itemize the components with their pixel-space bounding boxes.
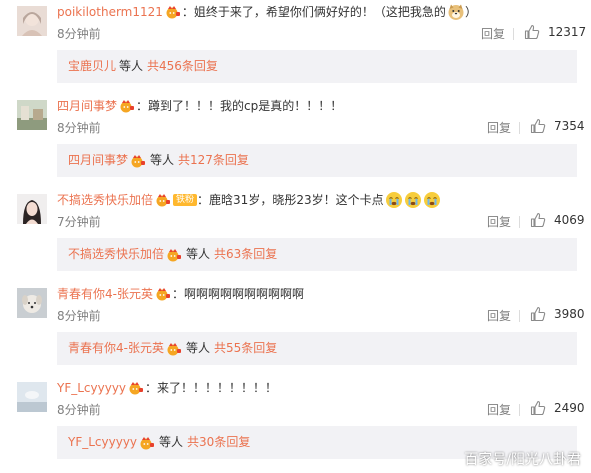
username-link[interactable]: 不搞选秀快乐加倍 <box>57 191 153 209</box>
username-link[interactable]: 青春有你4-张元英 <box>57 285 153 303</box>
reply-preview-name[interactable]: 宝鹿贝儿 <box>68 50 116 83</box>
crown-vip-icon <box>155 193 171 207</box>
like-button[interactable]: 2490 <box>530 400 585 416</box>
reply-preview-middle: 等人 <box>185 341 210 355</box>
comment-separator: ： <box>136 99 149 113</box>
comment-text: 来了！！！！！！！！ <box>157 381 278 395</box>
divider <box>519 310 520 322</box>
crown-vip-icon <box>165 5 181 19</box>
crown-vip-icon <box>130 154 146 168</box>
crying-emoji-icon <box>385 191 403 209</box>
comment-time: 8分钟前 <box>57 121 101 135</box>
crying-emoji-icon <box>404 191 422 209</box>
reply-preview[interactable]: 青春有你4-张元英 等人 共55条回复 <box>57 332 577 365</box>
crown-vip-icon <box>166 248 182 262</box>
comment-item: 四月间事梦 ： 蹲到了！！！我的cp是真的！！！！ 8分钟前 回复 7354 四… <box>0 94 591 188</box>
reply-preview-name[interactable]: 青春有你4-张元英 <box>68 332 164 365</box>
reply-preview-total[interactable]: 共30条回复 <box>187 426 250 459</box>
divider <box>519 404 520 416</box>
avatar[interactable] <box>17 382 47 412</box>
comment-time: 8分钟前 <box>57 403 101 417</box>
comment-text: 啊啊啊啊啊啊啊啊啊啊 <box>183 287 304 301</box>
thumbs-up-icon <box>530 306 546 322</box>
comment-item: 青春有你4-张元英 ： 啊啊啊啊啊啊啊啊啊啊 8分钟前 回复 3980 青春有你… <box>0 282 591 376</box>
like-count: 4069 <box>554 213 585 227</box>
avatar[interactable] <box>17 100 47 130</box>
comment-text: 蹲到了！！！我的cp是真的！！！！ <box>148 99 343 113</box>
fan-badge: 铁粉 <box>173 194 198 206</box>
comment-separator: ： <box>181 5 194 19</box>
username-link[interactable]: 四月间事梦 <box>57 97 117 115</box>
comment-time: 7分钟前 <box>57 215 101 229</box>
like-button[interactable]: 7354 <box>530 118 585 134</box>
thumbs-up-icon <box>530 118 546 134</box>
doge-emoji-icon <box>447 3 465 21</box>
like-button[interactable]: 3980 <box>530 306 585 322</box>
reply-button[interactable]: 回复 <box>487 214 511 230</box>
comment-item: 不搞选秀快乐加倍 铁粉 ： 鹿晗31岁，晓彤23岁！这个卡点 7分钟前 回复 4… <box>0 188 591 282</box>
comment-separator: ： <box>197 193 210 207</box>
like-button[interactable]: 12317 <box>524 24 586 40</box>
comment-separator: ： <box>145 381 158 395</box>
reply-preview-total[interactable]: 共63条回复 <box>214 238 277 271</box>
divider <box>519 122 520 134</box>
thumbs-up-icon <box>530 400 546 416</box>
reply-preview-name[interactable]: 不搞选秀快乐加倍 <box>68 238 164 271</box>
reply-preview[interactable]: 不搞选秀快乐加倍 等人 共63条回复 <box>57 238 577 271</box>
divider <box>513 28 514 40</box>
crown-vip-icon <box>128 381 144 395</box>
reply-button[interactable]: 回复 <box>487 308 511 324</box>
crown-vip-icon <box>139 436 155 450</box>
comment-item: poikilotherm1121 ： 姐终于来了，希望你们俩好好的！（这把我急的… <box>0 0 591 94</box>
like-count: 3980 <box>554 307 585 321</box>
reply-preview-middle: 等人 <box>119 59 144 73</box>
reply-button[interactable]: 回复 <box>487 402 511 418</box>
reply-button[interactable]: 回复 <box>481 26 505 42</box>
comment-text: 鹿晗31岁，晓彤23岁！这个卡点 <box>209 193 384 207</box>
comment-time: 8分钟前 <box>57 27 101 41</box>
like-count: 2490 <box>554 401 585 415</box>
username-link[interactable]: YF_Lcyyyyy <box>57 379 126 397</box>
avatar[interactable] <box>17 6 47 36</box>
reply-preview-total[interactable]: 共456条回复 <box>147 50 218 83</box>
comment-text: 姐终于来了，希望你们俩好好的！（这把我急的 <box>193 5 446 19</box>
watermark: 百家号/阳光八卦君 <box>464 452 581 468</box>
reply-preview[interactable]: 宝鹿贝儿 等人 共456条回复 <box>57 50 577 83</box>
like-button[interactable]: 4069 <box>530 212 585 228</box>
thumbs-up-icon <box>530 212 546 228</box>
avatar[interactable] <box>17 288 47 318</box>
crying-emoji-icon <box>423 191 441 209</box>
crown-vip-icon <box>119 99 135 113</box>
reply-preview-total[interactable]: 共127条回复 <box>178 144 249 177</box>
crown-vip-icon <box>166 342 182 356</box>
thumbs-up-icon <box>524 24 540 40</box>
reply-button[interactable]: 回复 <box>487 120 511 136</box>
comment-text-end: ） <box>464 5 477 19</box>
reply-preview-middle: 等人 <box>186 247 211 261</box>
avatar[interactable] <box>17 194 47 224</box>
reply-preview-total[interactable]: 共55条回复 <box>214 332 277 365</box>
reply-preview-name[interactable]: YF_Lcyyyyy <box>68 426 137 459</box>
reply-preview-middle: 等人 <box>159 435 184 449</box>
comment-separator: ： <box>171 287 184 301</box>
reply-preview[interactable]: 四月间事梦 等人 共127条回复 <box>57 144 577 177</box>
like-count: 7354 <box>554 119 585 133</box>
reply-preview-middle: 等人 <box>150 153 175 167</box>
reply-preview-name[interactable]: 四月间事梦 <box>68 144 128 177</box>
comment-time: 8分钟前 <box>57 309 101 323</box>
username-link[interactable]: poikilotherm1121 <box>57 3 163 21</box>
crown-vip-icon <box>155 287 171 301</box>
divider <box>519 216 520 228</box>
like-count: 12317 <box>548 25 587 39</box>
